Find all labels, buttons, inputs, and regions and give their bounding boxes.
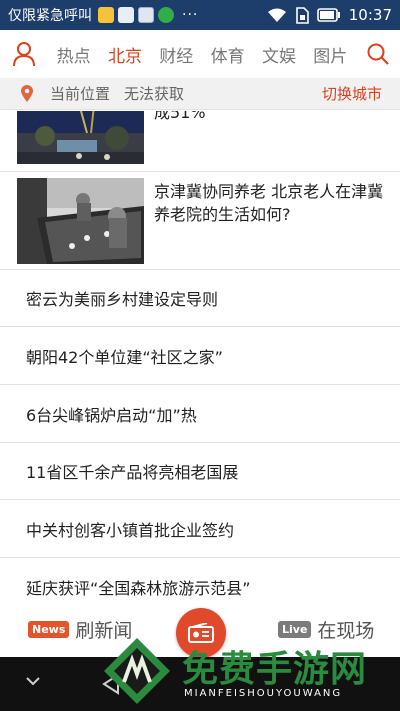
wifi-icon: [267, 8, 286, 22]
clock: 10:37: [348, 6, 392, 24]
user-icon: [13, 42, 35, 67]
app-notification-icon: [98, 7, 114, 23]
location-status: 无法获取: [124, 85, 185, 103]
chevron-down-icon[interactable]: [24, 675, 42, 687]
current-location-label: 当前位置: [50, 85, 111, 103]
news-item[interactable]: 成51%: [0, 111, 400, 172]
news-title: 6台尖峰锅炉启动“加”热: [26, 406, 197, 425]
news-title: 延庆获评“全国森林旅游示范县”: [26, 578, 251, 598]
news-thumbnail: [17, 178, 144, 264]
news-thumbnail: [17, 111, 144, 164]
switch-city-button[interactable]: 切换城市: [322, 83, 382, 104]
news-item[interactable]: 京津冀协同养老 北京老人在津冀养老院的生活如何?: [0, 172, 400, 270]
tab-hot[interactable]: 热点: [55, 42, 93, 67]
screen: 仅限紧急呼叫 ··· 10:37 热点 北京 财经 体育 文娱 图片 当前位置 …: [0, 0, 400, 711]
location-pin-icon: [21, 85, 33, 102]
news-feed: 成51% 京津冀协同养老 北京老人在津冀养老院的生活如何? 密云为美丽乡村建设定…: [0, 111, 400, 660]
news-item[interactable]: 6台尖峰锅炉启动“加”热: [0, 386, 400, 443]
app-notification-icon: [118, 7, 134, 23]
watermark: 免费手游网 MIANFEISHOUYOUWANG: [100, 636, 400, 711]
news-title: 密云为美丽乡村建设定导则: [26, 290, 219, 309]
location-bar: 当前位置 无法获取 切换城市: [0, 78, 400, 110]
search-button[interactable]: [356, 30, 400, 78]
news-title: 成51%: [154, 111, 206, 122]
news-item[interactable]: 中关村创客小镇首批企业签约: [0, 501, 400, 558]
search-icon: [367, 43, 389, 65]
channel-tabs: 热点 北京 财经 体育 文娱 图片: [48, 42, 356, 67]
battery-icon: [316, 8, 340, 22]
watermark-text: 免费手游网: [182, 649, 368, 690]
news-item[interactable]: 朝阳42个单位建“社区之家”: [0, 328, 400, 385]
news-title: 朝阳42个单位建“社区之家”: [26, 348, 223, 367]
app-notification-icon: [158, 7, 174, 23]
tab-sports[interactable]: 体育: [209, 42, 247, 67]
tab-beijing[interactable]: 北京: [106, 42, 144, 67]
news-title: 11省区千余产品将亮相老国展: [26, 463, 239, 482]
watermark-logo-icon: [104, 638, 170, 704]
tab-finance[interactable]: 财经: [157, 42, 195, 67]
carrier-text: 仅限紧急呼叫: [8, 8, 92, 24]
image-notification-icon: [138, 7, 154, 23]
more-notifications-icon: ···: [182, 7, 199, 23]
sim-icon: [295, 6, 309, 24]
news-item[interactable]: 密云为美丽乡村建设定导则: [0, 270, 400, 327]
news-title: 京津冀协同养老 北京老人在津冀养老院的生活如何?: [154, 182, 384, 224]
user-button[interactable]: [0, 30, 48, 78]
top-nav: 热点 北京 财经 体育 文娱 图片: [0, 30, 400, 78]
tab-pictures[interactable]: 图片: [311, 42, 349, 67]
news-item[interactable]: 11省区千余产品将亮相老国展: [0, 443, 400, 500]
news-title: 中关村创客小镇首批企业签约: [26, 521, 235, 540]
tab-entertainment[interactable]: 文娱: [260, 42, 298, 67]
watermark-subtext: MIANFEISHOUYOUWANG: [184, 688, 343, 699]
status-bar: 仅限紧急呼叫 ··· 10:37: [0, 0, 400, 30]
notification-icons: [98, 7, 174, 23]
news-badge: News: [28, 621, 70, 638]
